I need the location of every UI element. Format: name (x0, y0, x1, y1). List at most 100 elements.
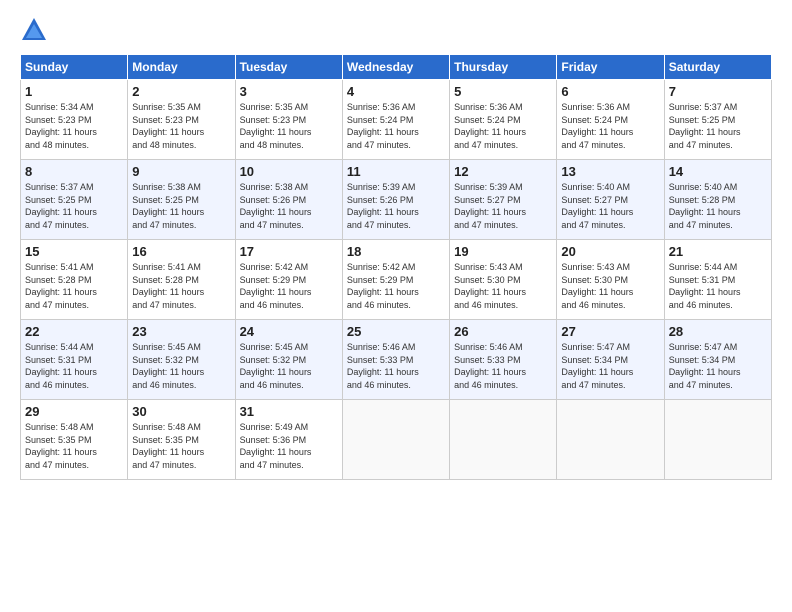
calendar-row-4: 29Sunrise: 5:48 AM Sunset: 5:35 PM Dayli… (21, 400, 772, 480)
page: SundayMondayTuesdayWednesdayThursdayFrid… (0, 0, 792, 612)
calendar-cell: 20 Sunrise: 5:43 AM Sunset: 5:30 PM Dayli… (557, 240, 664, 320)
calendar-cell: 28 Sunrise: 5:47 AM Sunset: 5:34 PM Dayli… (664, 320, 771, 400)
day-number: 5 (454, 84, 552, 99)
day-number: 31 (240, 404, 338, 419)
day-info: Sunrise: 5:36 AM Sunset: 5:24 PM Dayligh… (454, 101, 552, 151)
day-info: Sunrise: 5:40 AM Sunset: 5:27 PM Dayligh… (561, 181, 659, 231)
calendar-cell: 14 Sunrise: 5:40 AM Sunset: 5:28 PM Dayli… (664, 160, 771, 240)
calendar-cell: 8 Sunrise: 5:37 AM Sunset: 5:25 PM Daylig… (21, 160, 128, 240)
day-info: Sunrise: 5:44 AM Sunset: 5:31 PM Dayligh… (25, 341, 123, 391)
day-info: Sunrise: 5:43 AM Sunset: 5:30 PM Dayligh… (561, 261, 659, 311)
calendar-cell: 7 Sunrise: 5:37 AM Sunset: 5:25 PM Daylig… (664, 80, 771, 160)
calendar-cell (664, 400, 771, 480)
day-info: Sunrise: 5:42 AM Sunset: 5:29 PM Dayligh… (240, 261, 338, 311)
day-number: 21 (669, 244, 767, 259)
calendar-cell: 23 Sunrise: 5:45 AM Sunset: 5:32 PM Dayli… (128, 320, 235, 400)
day-number: 23 (132, 324, 230, 339)
day-info: Sunrise: 5:45 AM Sunset: 5:32 PM Dayligh… (240, 341, 338, 391)
calendar-cell: 15 Sunrise: 5:41 AM Sunset: 5:28 PM Dayli… (21, 240, 128, 320)
day-info: Sunrise: 5:34 AM Sunset: 5:23 PM Dayligh… (25, 101, 123, 151)
day-number: 25 (347, 324, 445, 339)
day-number: 16 (132, 244, 230, 259)
day-info: Sunrise: 5:38 AM Sunset: 5:25 PM Dayligh… (132, 181, 230, 231)
day-info: Sunrise: 5:47 AM Sunset: 5:34 PM Dayligh… (561, 341, 659, 391)
day-number: 9 (132, 164, 230, 179)
calendar-cell: 2Sunrise: 5:35 AM Sunset: 5:23 PM Daylig… (128, 80, 235, 160)
day-info: Sunrise: 5:48 AM Sunset: 5:35 PM Dayligh… (132, 421, 230, 471)
calendar-cell: 3 Sunrise: 5:35 AM Sunset: 5:23 PM Daylig… (235, 80, 342, 160)
day-number: 8 (25, 164, 123, 179)
logo-icon (20, 16, 48, 44)
calendar-cell (342, 400, 449, 480)
day-number: 22 (25, 324, 123, 339)
day-info: Sunrise: 5:44 AM Sunset: 5:31 PM Dayligh… (669, 261, 767, 311)
calendar-cell: 6 Sunrise: 5:36 AM Sunset: 5:24 PM Daylig… (557, 80, 664, 160)
calendar-row-3: 22 Sunrise: 5:44 AM Sunset: 5:31 PM Dayli… (21, 320, 772, 400)
calendar-cell: 9 Sunrise: 5:38 AM Sunset: 5:25 PM Daylig… (128, 160, 235, 240)
day-number: 26 (454, 324, 552, 339)
calendar-cell: 24 Sunrise: 5:45 AM Sunset: 5:32 PM Dayli… (235, 320, 342, 400)
calendar-cell: 31 Sunrise: 5:49 AM Sunset: 5:36 PM Dayli… (235, 400, 342, 480)
calendar-cell: 10Sunrise: 5:38 AM Sunset: 5:26 PM Dayli… (235, 160, 342, 240)
day-info: Sunrise: 5:38 AM Sunset: 5:26 PM Dayligh… (240, 181, 338, 231)
day-number: 3 (240, 84, 338, 99)
header-day-friday: Friday (557, 55, 664, 80)
day-info: Sunrise: 5:37 AM Sunset: 5:25 PM Dayligh… (25, 181, 123, 231)
calendar-cell: 11 Sunrise: 5:39 AM Sunset: 5:26 PM Dayli… (342, 160, 449, 240)
day-number: 14 (669, 164, 767, 179)
day-info: Sunrise: 5:35 AM Sunset: 5:23 PM Dayligh… (132, 101, 230, 151)
calendar-cell: 19 Sunrise: 5:43 AM Sunset: 5:30 PM Dayli… (450, 240, 557, 320)
day-info: Sunrise: 5:49 AM Sunset: 5:36 PM Dayligh… (240, 421, 338, 471)
day-number: 20 (561, 244, 659, 259)
day-number: 7 (669, 84, 767, 99)
day-info: Sunrise: 5:35 AM Sunset: 5:23 PM Dayligh… (240, 101, 338, 151)
calendar-cell (450, 400, 557, 480)
calendar-cell: 1Sunrise: 5:34 AM Sunset: 5:23 PM Daylig… (21, 80, 128, 160)
day-info: Sunrise: 5:41 AM Sunset: 5:28 PM Dayligh… (132, 261, 230, 311)
day-number: 6 (561, 84, 659, 99)
calendar-cell: 25 Sunrise: 5:46 AM Sunset: 5:33 PM Dayli… (342, 320, 449, 400)
calendar-cell: 30Sunrise: 5:48 AM Sunset: 5:35 PM Dayli… (128, 400, 235, 480)
day-info: Sunrise: 5:45 AM Sunset: 5:32 PM Dayligh… (132, 341, 230, 391)
day-number: 19 (454, 244, 552, 259)
day-number: 28 (669, 324, 767, 339)
day-number: 27 (561, 324, 659, 339)
day-number: 11 (347, 164, 445, 179)
header-day-thursday: Thursday (450, 55, 557, 80)
logo (20, 16, 52, 44)
calendar-header: SundayMondayTuesdayWednesdayThursdayFrid… (21, 55, 772, 80)
header-row: SundayMondayTuesdayWednesdayThursdayFrid… (21, 55, 772, 80)
day-info: Sunrise: 5:37 AM Sunset: 5:25 PM Dayligh… (669, 101, 767, 151)
day-info: Sunrise: 5:40 AM Sunset: 5:28 PM Dayligh… (669, 181, 767, 231)
calendar-cell: 4 Sunrise: 5:36 AM Sunset: 5:24 PM Daylig… (342, 80, 449, 160)
day-number: 15 (25, 244, 123, 259)
header-day-sunday: Sunday (21, 55, 128, 80)
day-info: Sunrise: 5:39 AM Sunset: 5:26 PM Dayligh… (347, 181, 445, 231)
calendar-cell (557, 400, 664, 480)
day-info: Sunrise: 5:36 AM Sunset: 5:24 PM Dayligh… (347, 101, 445, 151)
calendar-row-0: 1Sunrise: 5:34 AM Sunset: 5:23 PM Daylig… (21, 80, 772, 160)
calendar-cell: 18Sunrise: 5:42 AM Sunset: 5:29 PM Dayli… (342, 240, 449, 320)
day-number: 13 (561, 164, 659, 179)
day-info: Sunrise: 5:39 AM Sunset: 5:27 PM Dayligh… (454, 181, 552, 231)
day-info: Sunrise: 5:41 AM Sunset: 5:28 PM Dayligh… (25, 261, 123, 311)
day-number: 4 (347, 84, 445, 99)
day-info: Sunrise: 5:36 AM Sunset: 5:24 PM Dayligh… (561, 101, 659, 151)
day-number: 12 (454, 164, 552, 179)
day-info: Sunrise: 5:42 AM Sunset: 5:29 PM Dayligh… (347, 261, 445, 311)
day-info: Sunrise: 5:46 AM Sunset: 5:33 PM Dayligh… (347, 341, 445, 391)
calendar: SundayMondayTuesdayWednesdayThursdayFrid… (20, 54, 772, 480)
day-info: Sunrise: 5:43 AM Sunset: 5:30 PM Dayligh… (454, 261, 552, 311)
header-day-monday: Monday (128, 55, 235, 80)
day-number: 24 (240, 324, 338, 339)
calendar-cell: 16 Sunrise: 5:41 AM Sunset: 5:28 PM Dayli… (128, 240, 235, 320)
day-number: 17 (240, 244, 338, 259)
calendar-cell: 29Sunrise: 5:48 AM Sunset: 5:35 PM Dayli… (21, 400, 128, 480)
calendar-cell: 12 Sunrise: 5:39 AM Sunset: 5:27 PM Dayli… (450, 160, 557, 240)
calendar-cell: 13 Sunrise: 5:40 AM Sunset: 5:27 PM Dayli… (557, 160, 664, 240)
calendar-cell: 5 Sunrise: 5:36 AM Sunset: 5:24 PM Daylig… (450, 80, 557, 160)
day-info: Sunrise: 5:47 AM Sunset: 5:34 PM Dayligh… (669, 341, 767, 391)
header-day-wednesday: Wednesday (342, 55, 449, 80)
calendar-cell: 17 Sunrise: 5:42 AM Sunset: 5:29 PM Dayli… (235, 240, 342, 320)
calendar-cell: 21 Sunrise: 5:44 AM Sunset: 5:31 PM Dayli… (664, 240, 771, 320)
